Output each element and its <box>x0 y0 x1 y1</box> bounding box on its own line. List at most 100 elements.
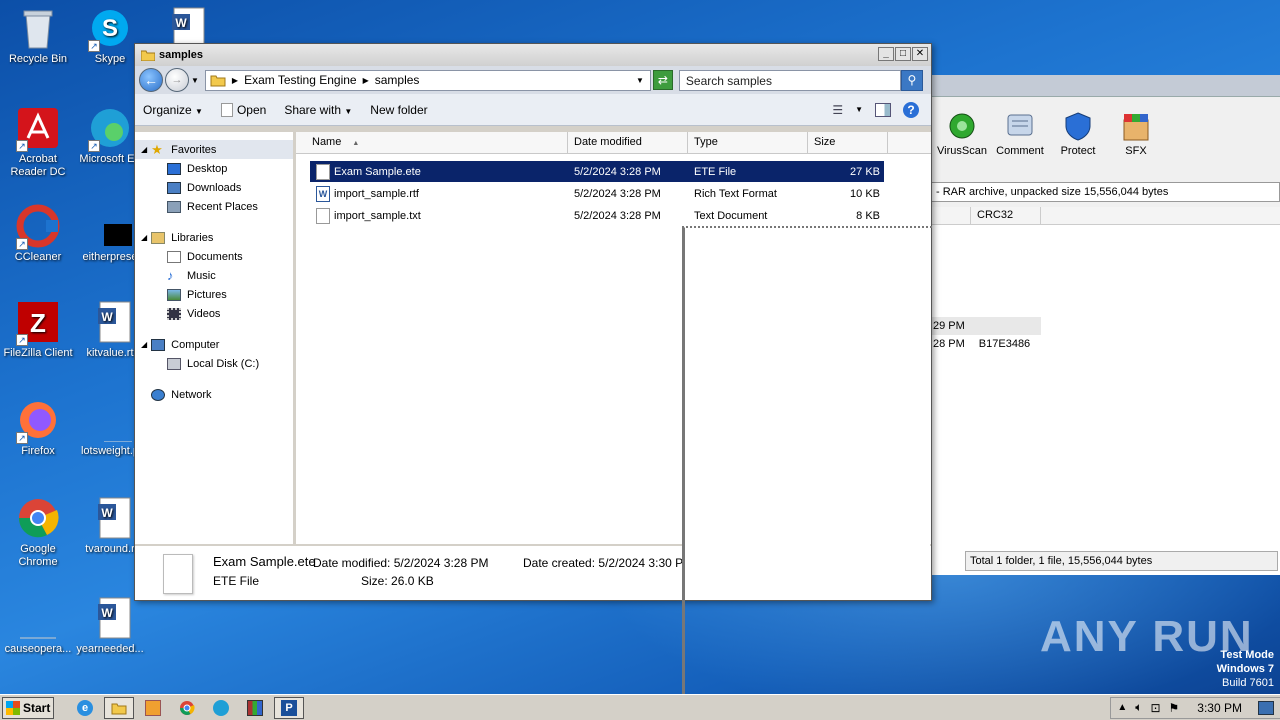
nav-music[interactable]: ♪ Music <box>135 266 293 285</box>
winrar-file-list[interactable]: CRC32 29 PM 28 PM B17E3486 <box>929 207 1280 575</box>
folder-icon <box>111 700 127 716</box>
winrar-row[interactable]: 28 PM B17E3486 <box>929 335 1041 353</box>
sfx-button[interactable]: SFX <box>1109 110 1163 157</box>
recent-places-icon <box>167 200 181 213</box>
desktop-icon-chrome[interactable]: Google Chrome <box>0 496 76 569</box>
explorer-titlebar[interactable]: samples _ □ ✕ <box>135 44 931 66</box>
breadcrumb-chevron-icon[interactable]: ▶ <box>363 76 369 85</box>
change-view-icon[interactable]: ☰ <box>832 103 843 117</box>
new-folder-button[interactable]: New folder <box>370 103 427 117</box>
nav-videos[interactable]: Videos <box>135 304 293 323</box>
file-row[interactable]: import_sample.txt 5/2/2024 3:28 PM Text … <box>310 205 884 226</box>
winrar-column-crc32[interactable]: CRC32 <box>971 207 1041 224</box>
window-title: samples <box>159 49 204 61</box>
nav-downloads[interactable]: Downloads <box>135 178 293 197</box>
desktop-icon-yearneeded[interactable]: W yearneeded... <box>72 596 148 656</box>
chevron-down-icon: ▼ <box>344 106 353 116</box>
edge-icon <box>213 699 229 716</box>
breadcrumb-item[interactable]: samples <box>375 73 420 87</box>
virusscan-button[interactable]: VirusScan <box>935 110 989 157</box>
action-center-flag-icon[interactable]: ⚑ <box>1169 701 1180 715</box>
address-dropdown-icon[interactable]: ▼ <box>636 76 644 85</box>
show-hidden-icons-icon[interactable]: ▲ <box>1117 702 1127 713</box>
network-icon[interactable]: ⊡ <box>1150 701 1160 715</box>
protect-button[interactable]: Protect <box>1051 110 1105 157</box>
recent-pages-chevron-icon[interactable]: ▼ <box>191 76 199 85</box>
forward-button[interactable]: → <box>165 68 189 92</box>
preview-pane-icon[interactable] <box>875 102 891 117</box>
show-desktop-button[interactable] <box>1258 700 1274 715</box>
desktop-icon-ccleaner[interactable]: ↗ CCleaner <box>0 204 76 264</box>
desktop-icon-causeopera[interactable]: causeopera... <box>0 596 76 656</box>
maximize-button[interactable]: □ <box>895 47 911 61</box>
file-row[interactable]: Exam Sample.ete 5/2/2024 3:28 PM ETE Fil… <box>310 161 884 182</box>
taskbar-edge[interactable] <box>206 697 236 719</box>
windows-logo-icon <box>6 700 20 715</box>
column-type[interactable]: Type <box>688 132 808 153</box>
shortcut-arrow-icon: ↗ <box>16 432 28 444</box>
column-size[interactable]: Size <box>808 132 888 153</box>
expand-chevron-icon[interactable]: ◢ <box>141 145 147 154</box>
organize-button[interactable]: Organize ▼ <box>143 103 203 117</box>
nav-favorites[interactable]: ◢ ★ Favorites <box>135 140 293 159</box>
nav-pictures[interactable]: Pictures <box>135 285 293 304</box>
ccleaner-icon: ↗ <box>16 204 60 250</box>
view-dropdown-icon[interactable]: ▼ <box>855 105 863 114</box>
breadcrumb-item[interactable]: Exam Testing Engine <box>244 73 357 87</box>
column-date-modified[interactable]: Date modified <box>568 132 688 153</box>
share-with-button[interactable]: Share with ▼ <box>284 103 352 117</box>
file-icon <box>316 163 330 180</box>
svg-text:W: W <box>101 506 113 520</box>
taskbar-ie[interactable]: e <box>70 697 100 719</box>
winrar-column-time[interactable] <box>929 207 971 224</box>
taskbar-exam-engine[interactable]: P <box>274 696 304 719</box>
search-input[interactable]: Search samples <box>678 69 901 91</box>
clock[interactable]: 3:30 PM <box>1197 701 1242 715</box>
nav-recent-places[interactable]: Recent Places <box>135 197 293 216</box>
nav-network[interactable]: ◢ Network <box>135 385 293 404</box>
file-row[interactable]: W import_sample.rtf 5/2/2024 3:28 PM Ric… <box>310 183 884 204</box>
comment-button[interactable]: Comment <box>993 110 1047 157</box>
back-button[interactable]: ← <box>139 68 163 92</box>
winrar-titlebar[interactable] <box>929 75 1280 97</box>
taskbar-explorer[interactable] <box>104 696 134 719</box>
desktop-icon-recycle-bin[interactable]: Recycle Bin <box>0 6 76 66</box>
winrar-window[interactable]: VirusScan Comment Protect SFX - RAR arch… <box>928 75 1280 575</box>
nav-libraries[interactable]: ◢ Libraries <box>135 228 293 247</box>
word-document-icon: W <box>88 496 132 540</box>
text-document-icon <box>316 207 330 224</box>
address-bar[interactable]: ▶ Exam Testing Engine ▶ samples ▼ <box>204 69 651 91</box>
volume-icon[interactable]: 🔈︎ <box>1135 700 1142 715</box>
nav-documents[interactable]: Documents <box>135 247 293 266</box>
close-button[interactable]: ✕ <box>912 47 928 61</box>
help-icon[interactable]: ? <box>903 101 919 118</box>
taskbar-winrar[interactable] <box>240 697 270 719</box>
media-player-icon <box>145 699 161 716</box>
test-mode-watermark: Test Mode Windows 7 Build 7601 <box>1216 649 1274 689</box>
search-icon[interactable]: ⚲ <box>900 69 923 91</box>
taskbar-media-player[interactable] <box>138 697 168 719</box>
svg-text:Z: Z <box>30 308 46 338</box>
winrar-row[interactable]: 29 PM <box>929 317 1041 335</box>
open-button[interactable]: Open <box>220 102 266 117</box>
nav-local-disk[interactable]: Local Disk (C:) <box>135 354 293 373</box>
breadcrumb-chevron-icon[interactable]: ▶ <box>232 76 238 85</box>
column-name[interactable]: Name ▲ <box>296 132 568 153</box>
virusscan-icon <box>946 110 978 142</box>
desktop-icon-filezilla[interactable]: Z ↗ FileZilla Client <box>0 300 76 360</box>
nav-computer[interactable]: ◢ Computer <box>135 335 293 354</box>
navigation-pane[interactable]: ◢ ★ Favorites Desktop Downloads Recent P… <box>135 132 296 544</box>
details-size: Size: 26.0 KB <box>361 574 434 588</box>
start-button[interactable]: Start <box>2 696 54 719</box>
nav-desktop[interactable]: Desktop <box>135 159 293 178</box>
taskbar-chrome[interactable] <box>172 697 202 719</box>
view-tools: ☰ ▼ ? <box>832 101 931 118</box>
expand-chevron-icon[interactable]: ◢ <box>141 340 147 349</box>
refresh-button[interactable]: ⇄ <box>652 70 673 90</box>
desktop-icon-firefox[interactable]: ↗ Firefox <box>0 398 76 458</box>
desktop-icon-acrobat[interactable]: ↗ Acrobat Reader DC <box>0 106 76 179</box>
expand-chevron-icon[interactable]: ◢ <box>141 233 147 242</box>
black-file-icon <box>88 204 144 248</box>
shortcut-arrow-icon: ↗ <box>88 140 100 152</box>
minimize-button[interactable]: _ <box>878 47 894 61</box>
